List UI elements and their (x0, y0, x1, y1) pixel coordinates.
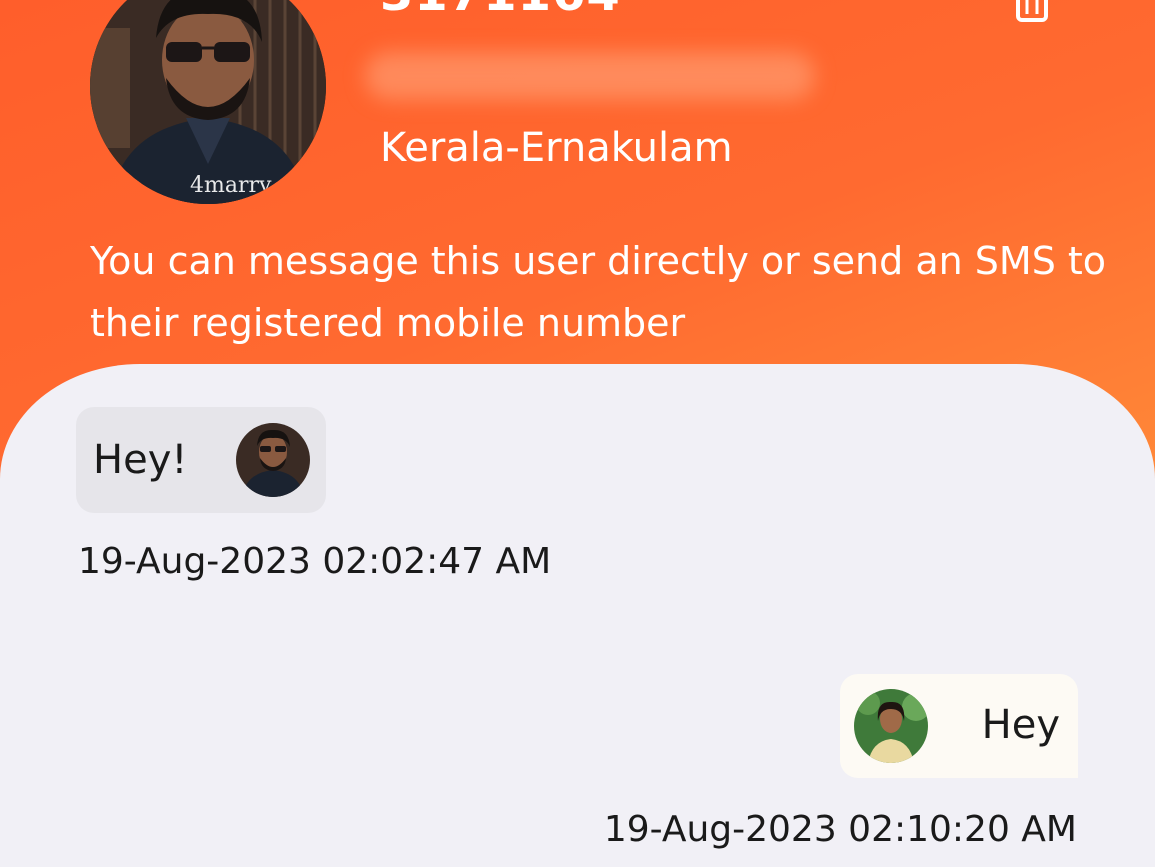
profile-avatar[interactable]: 4marry.com (90, 0, 326, 204)
delete-button[interactable] (1008, 0, 1056, 26)
messaging-info-text: You can message this user directly or se… (90, 239, 1107, 345)
trash-icon (1016, 0, 1048, 22)
male-avatar-icon (236, 423, 310, 497)
own-avatar[interactable] (854, 689, 928, 763)
profile-id: 3171164 (380, 0, 621, 18)
message-text: Hey (981, 702, 1060, 748)
incoming-message-bubble[interactable]: Hey! (76, 407, 326, 513)
blurred-profile-name (365, 52, 815, 100)
avatar-watermark: 4marry.com (190, 173, 322, 198)
message-timestamp: 19-Aug-2023 02:02:47 AM (78, 541, 552, 582)
female-avatar-icon (854, 689, 928, 763)
message-text: Hey! (93, 437, 188, 483)
male-profile-photo-icon: 4marry.com (90, 0, 326, 204)
message-timestamp: 19-Aug-2023 02:10:20 AM (603, 809, 1077, 850)
sender-avatar[interactable] (236, 423, 310, 497)
profile-location: Kerala-Ernakulam (380, 125, 733, 171)
outgoing-message-bubble[interactable]: Hey (840, 674, 1078, 778)
